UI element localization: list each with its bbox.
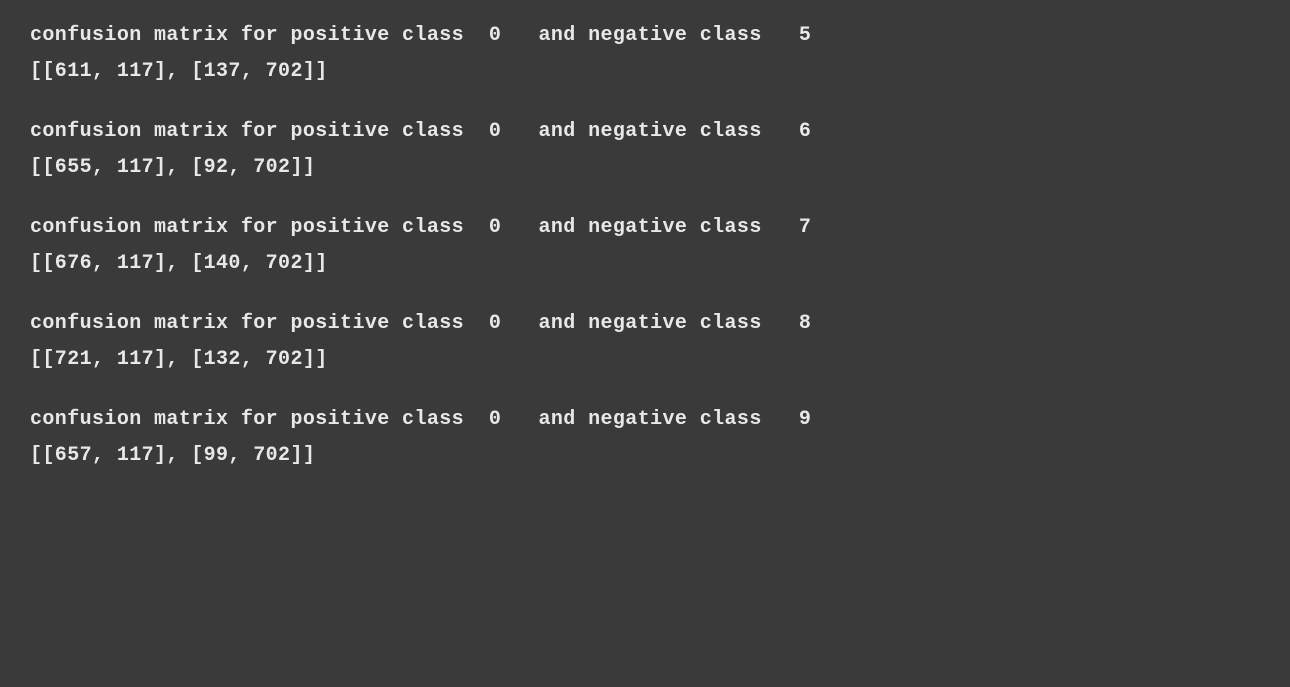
confusion-matrix-values-4: [[721, 117], [132, 702]] [30, 344, 1260, 376]
confusion-matrix-values-3: [[676, 117], [140, 702]] [30, 248, 1260, 280]
output-container: confusion matrix for positive class 0 an… [30, 20, 1260, 472]
confusion-matrix-values-5: [[657, 117], [99, 702]] [30, 440, 1260, 472]
confusion-matrix-values-2: [[655, 117], [92, 702]] [30, 152, 1260, 184]
confusion-matrix-block-1: confusion matrix for positive class 0 an… [30, 20, 1260, 106]
block-spacer-3 [30, 376, 1260, 394]
block-spacer-0 [30, 88, 1260, 106]
confusion-matrix-header-2: confusion matrix for positive class 0 an… [30, 116, 1260, 148]
confusion-matrix-block-3: confusion matrix for positive class 0 an… [30, 212, 1260, 298]
confusion-matrix-header-1: confusion matrix for positive class 0 an… [30, 20, 1260, 52]
confusion-matrix-values-1: [[611, 117], [137, 702]] [30, 56, 1260, 88]
block-spacer-1 [30, 184, 1260, 202]
block-spacer-2 [30, 280, 1260, 298]
confusion-matrix-header-3: confusion matrix for positive class 0 an… [30, 212, 1260, 244]
confusion-matrix-block-4: confusion matrix for positive class 0 an… [30, 308, 1260, 394]
confusion-matrix-block-5: confusion matrix for positive class 0 an… [30, 404, 1260, 472]
confusion-matrix-header-5: confusion matrix for positive class 0 an… [30, 404, 1260, 436]
confusion-matrix-header-4: confusion matrix for positive class 0 an… [30, 308, 1260, 340]
confusion-matrix-block-2: confusion matrix for positive class 0 an… [30, 116, 1260, 202]
